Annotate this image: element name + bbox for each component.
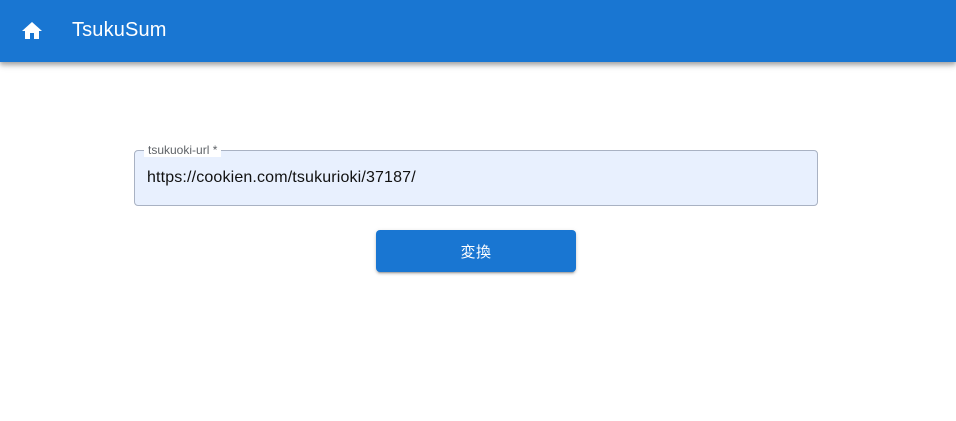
app-bar: TsukuSum	[0, 0, 956, 62]
url-input[interactable]	[147, 167, 807, 189]
home-icon	[20, 19, 44, 43]
home-button[interactable]	[12, 11, 52, 51]
app-title: TsukuSum	[72, 19, 167, 41]
url-field: tsukuoki-url *	[134, 143, 818, 206]
url-field-label: tsukuoki-url *	[144, 143, 222, 157]
convert-button[interactable]: 変換	[376, 230, 576, 272]
